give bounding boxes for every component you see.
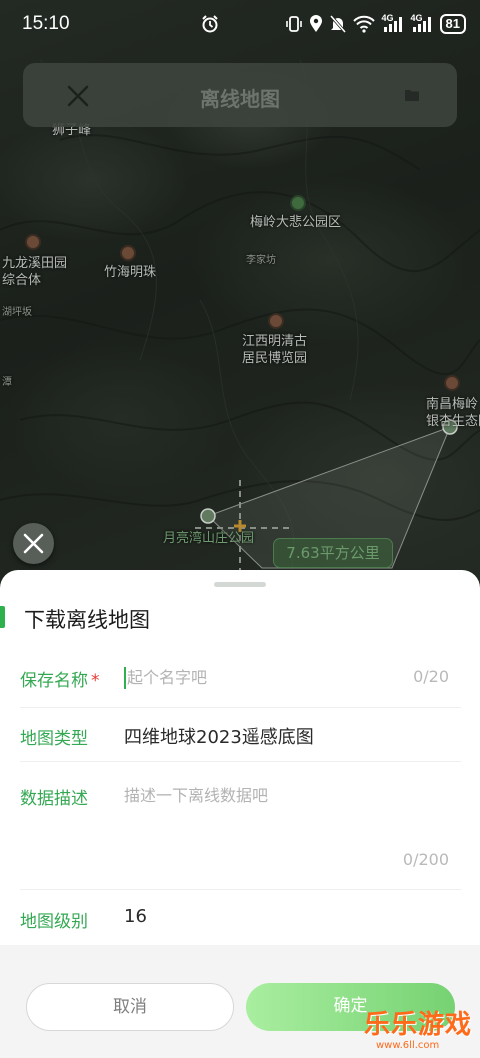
map-label-zhuhai: 竹海明珠: [104, 265, 157, 280]
map-label-left-edge-1: 潭: [2, 377, 12, 388]
clear-drawing-button[interactable]: [13, 523, 54, 564]
map-label-jiulong: 九龙溪田园 综合体: [2, 256, 68, 288]
drag-handle[interactable]: [214, 582, 266, 587]
watermark-brand: 乐乐游戏: [364, 1010, 473, 1040]
map-label-lijia: 李家坊: [246, 255, 276, 266]
battery-indicator: 81: [439, 14, 466, 34]
map-label-left-edge-2: 湖坪坂: [2, 307, 32, 318]
map-label-yueliang: 月亮湾山庄公园: [163, 531, 255, 546]
save-name-input[interactable]: [127, 664, 397, 690]
status-bar: 15:10 4G 4G 81: [0, 0, 480, 50]
vibrate-icon: [285, 16, 302, 32]
map-type-label: 地图类型: [20, 729, 88, 749]
required-mark: *: [91, 671, 100, 691]
map-level-row: 地图级别 16: [20, 890, 461, 945]
signal-2-indicator: 4G: [411, 14, 433, 32]
wifi-icon: [352, 15, 375, 33]
area-size-badge: 7.63平方公里: [273, 538, 393, 568]
close-icon: [23, 533, 44, 554]
sheet-title: 下载离线地图: [24, 608, 150, 632]
title-accent-bar: [0, 606, 5, 628]
download-sheet: 下载离线地图 保存名称* 0/20 地图类型 四维地球2023遥感底图 数据描述…: [0, 570, 480, 1058]
cancel-button[interactable]: 取消: [26, 983, 234, 1031]
map-label-meiling: 南昌梅岭 银杏生态园: [426, 397, 480, 429]
map-label-museum: 江西明清古 居民博览园: [242, 334, 308, 366]
description-counter: 0/200: [402, 850, 449, 869]
watermark-url: www.6ll.com: [376, 1040, 440, 1051]
save-name-row: 保存名称* 0/20: [20, 646, 461, 708]
map-level-label: 地图级别: [20, 912, 88, 932]
save-name-label: 保存名称 *: [20, 671, 100, 691]
jiulong-poi[interactable]: [25, 234, 41, 250]
text-caret: [124, 667, 126, 689]
status-time: 15:10: [22, 13, 70, 34]
description-input[interactable]: [124, 782, 444, 852]
location-icon: [309, 15, 322, 32]
zhuhai-poi[interactable]: [120, 245, 136, 261]
description-label: 数据描述: [20, 789, 88, 809]
scenic-area-poi[interactable]: [290, 195, 306, 211]
folder-icon[interactable]: [405, 89, 419, 101]
mute-icon: [329, 15, 346, 33]
map-level-value[interactable]: 16: [124, 906, 147, 927]
map-header: 离线地图: [23, 63, 457, 127]
meiling-poi[interactable]: [444, 375, 460, 391]
map-type-row: 地图类型 四维地球2023遥感底图: [20, 708, 461, 762]
save-name-counter: 0/20: [413, 667, 449, 686]
map-label-scenic-area: 梅岭大悲公园区: [250, 215, 342, 230]
site-watermark: 乐乐游戏 www.6ll.com: [362, 1002, 480, 1058]
alarm-icon: [202, 15, 218, 33]
museum-poi[interactable]: [268, 313, 284, 329]
page-title: 离线地图: [200, 87, 280, 111]
map-type-value: 四维地球2023遥感底图: [124, 727, 314, 748]
description-row: 数据描述 0/200: [20, 762, 461, 890]
signal-1-indicator: 4G: [382, 14, 404, 32]
